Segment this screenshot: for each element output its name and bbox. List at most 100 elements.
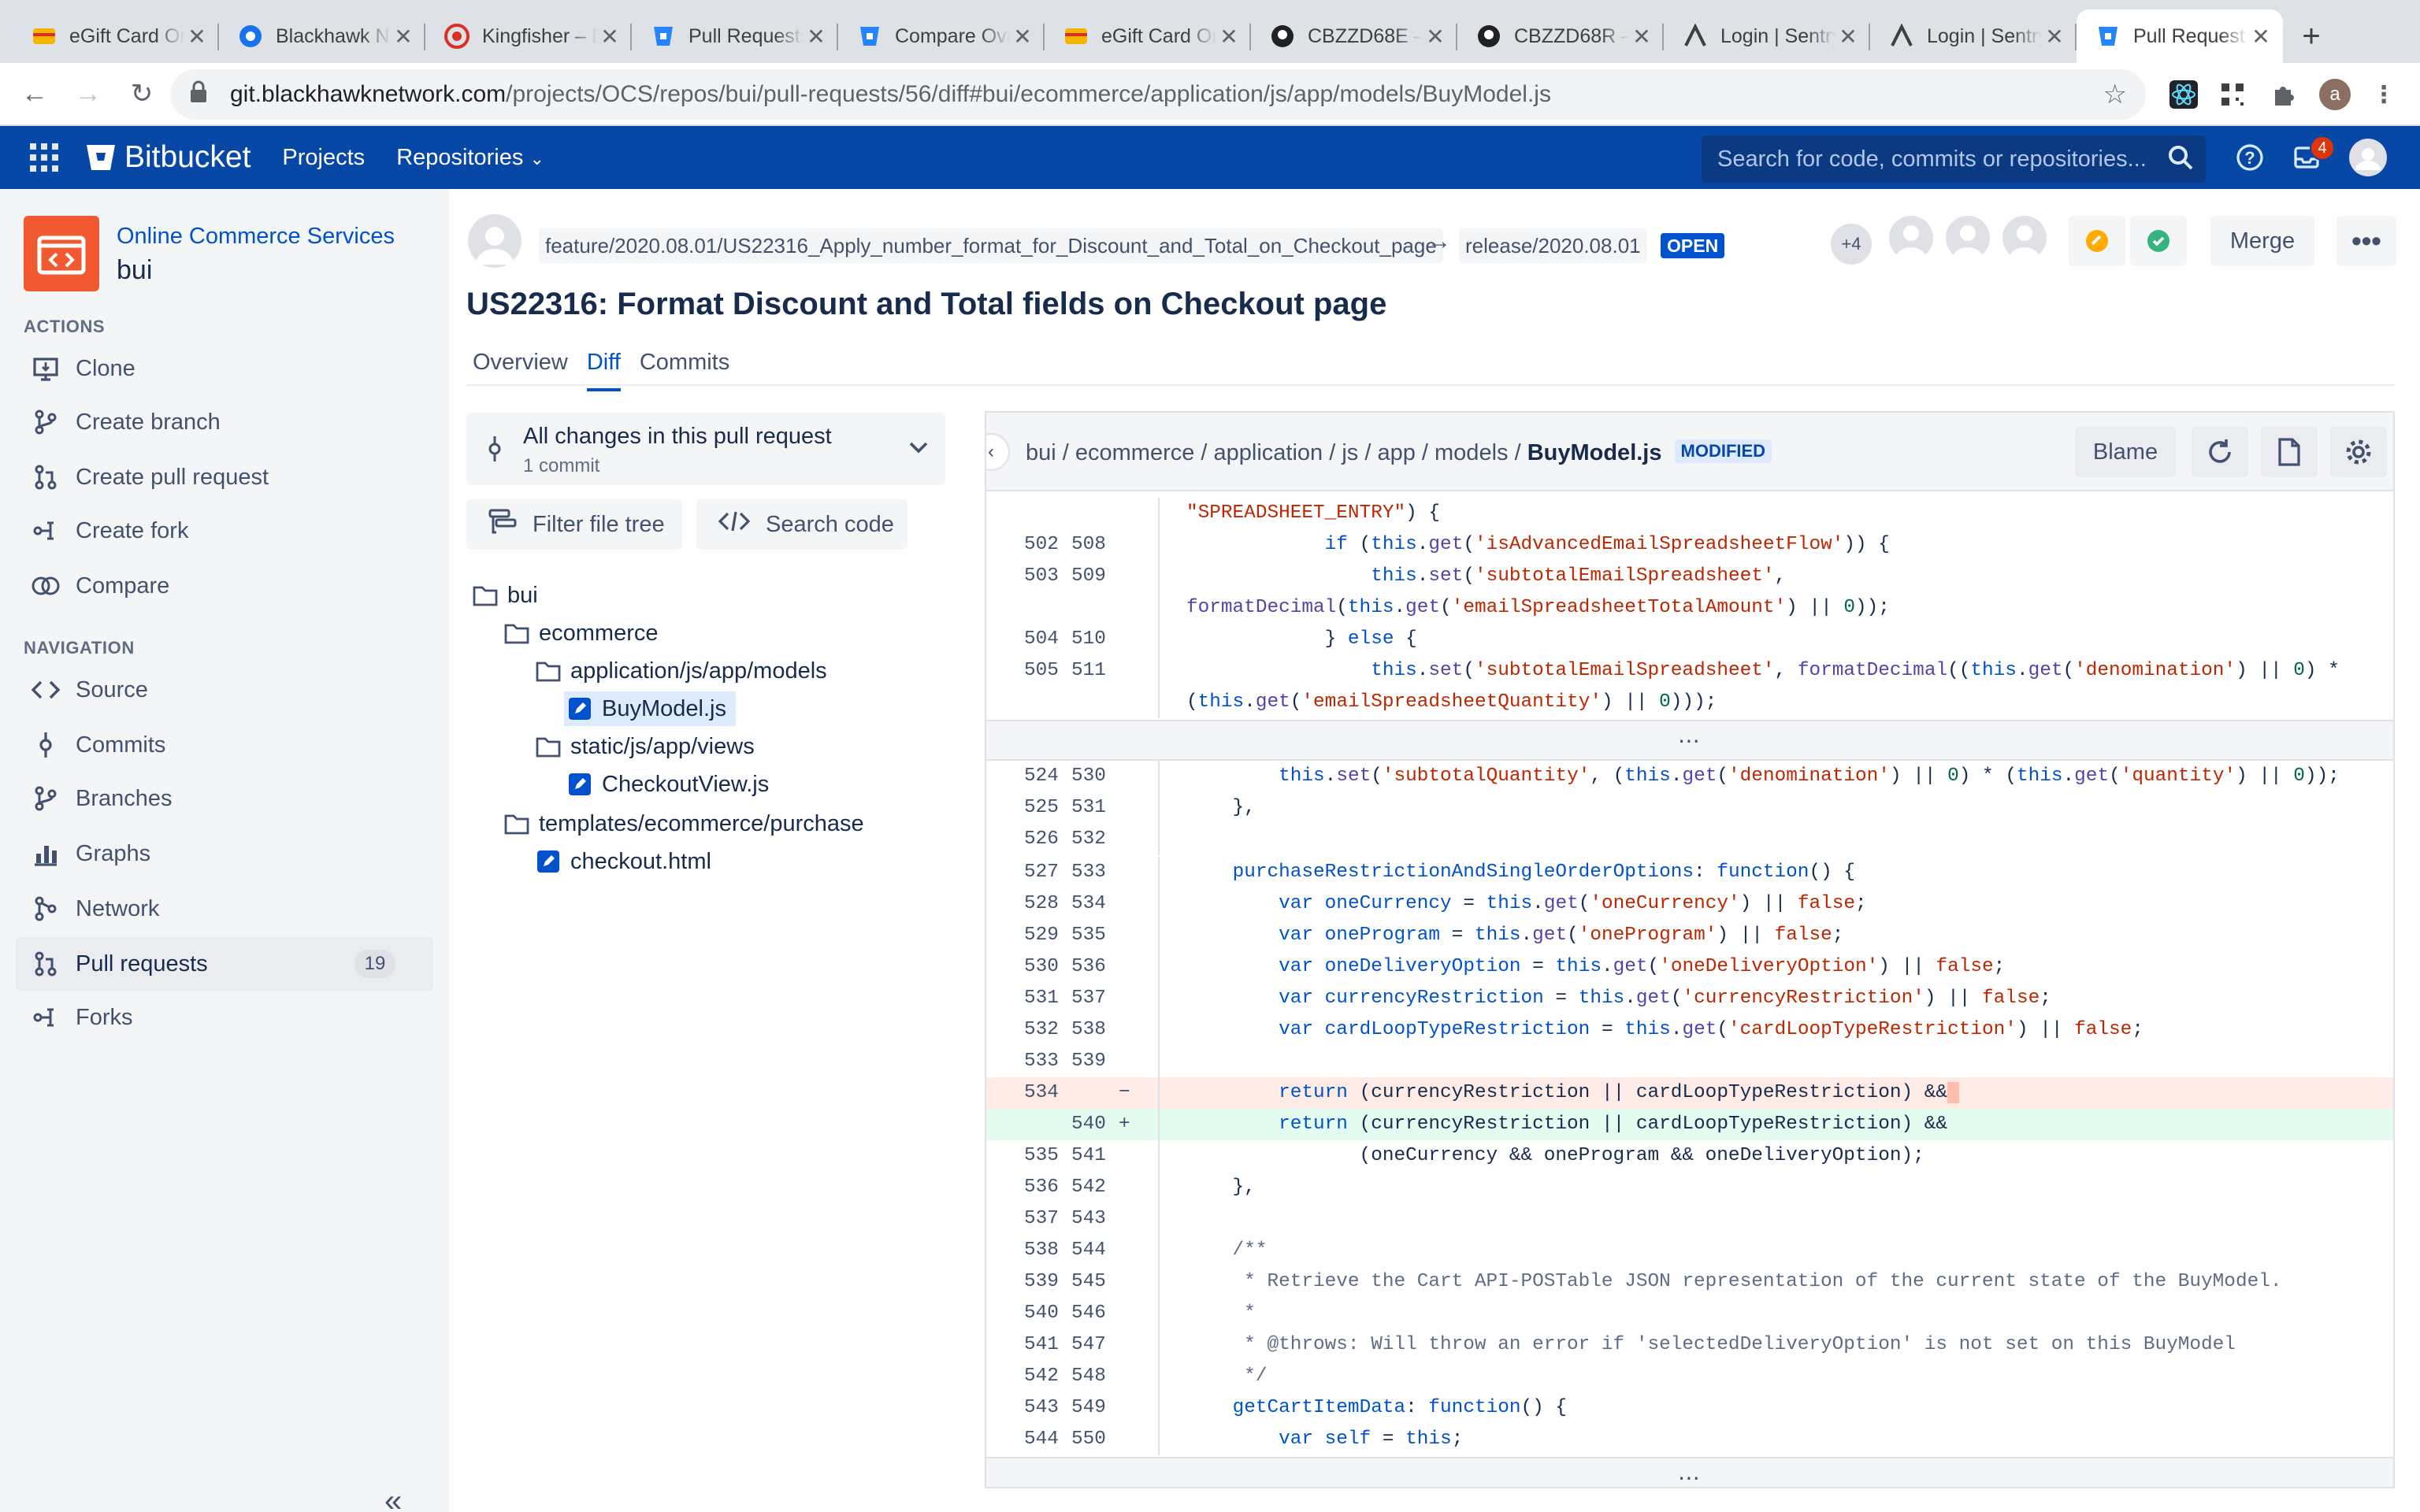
tree-file-checkoutview[interactable]: CheckoutView.js [567,767,769,802]
close-icon[interactable]: ✕ [1835,24,1861,49]
close-icon[interactable]: ✕ [804,24,829,49]
blame-button[interactable]: Blame [2075,427,2176,477]
folder-icon [504,621,529,646]
tree-folder-bui[interactable]: bui [473,578,538,613]
source-branch-lozenge[interactable]: feature/2020.08.01/US22316_Apply_number_… [539,228,1443,263]
close-icon[interactable]: ✕ [2248,24,2273,49]
reviewer-avatar[interactable] [1889,216,1933,260]
bookmark-star-icon[interactable]: ☆ [2103,79,2127,110]
browser-tab[interactable]: Blackhawk Network✕ [219,9,425,63]
author-avatar[interactable] [468,214,521,268]
diff-line: 538 544 /** [986,1235,2393,1266]
close-icon[interactable]: ✕ [1216,24,1242,49]
close-icon[interactable]: ✕ [2042,24,2067,49]
sidebar-item-graphs[interactable]: Graphs [16,827,433,880]
github-icon [1476,24,1501,49]
egift-icon [32,24,57,49]
browser-tab[interactable]: Compare Overview✕ [838,9,1045,63]
tree-file-buymodel[interactable]: BuyModel.js [564,691,736,726]
changes-scope-selector[interactable]: All changes in this pull request 1 commi… [466,413,945,485]
pull-request-count-badge: 19 [354,950,395,978]
filter-file-tree-button[interactable]: Filter file tree [466,499,682,550]
reviewer-avatar[interactable] [1946,216,1990,260]
repo-avatar[interactable] [24,216,99,291]
sidebar-item-compare[interactable]: Compare [16,559,433,613]
tree-label: ecommerce [539,620,659,646]
bitbucket-logo[interactable]: Bitbucket [85,140,251,175]
refresh-icon[interactable] [2192,427,2248,477]
more-reviewers-badge[interactable]: +4 [1831,224,1872,265]
github-icon [1270,24,1295,49]
browser-tab[interactable]: eGift Card Orders✕ [1045,9,1251,63]
sidebar-item-create-branch[interactable]: Create branch [16,395,433,449]
app-switcher-icon[interactable] [13,126,76,189]
tree-folder-ecommerce[interactable]: ecommerce [504,616,659,650]
reload-icon[interactable]: ↻ [117,69,167,119]
close-icon[interactable]: ✕ [1423,24,1448,49]
sidebar-item-clone[interactable]: Clone [16,342,433,395]
tree-folder-purchase[interactable]: templates/ecommerce/purchase [504,806,864,841]
check-circle-icon [2147,230,2169,252]
sidebar-item-forks[interactable]: Forks [16,991,433,1044]
more-actions-icon[interactable]: ••• [2336,216,2396,266]
view-file-icon[interactable] [2261,427,2318,477]
profile-avatar[interactable]: a [2318,77,2352,112]
file-breadcrumb: bui / ecommerce / application / js / app… [1026,439,1772,466]
sidebar-item-branches[interactable]: Branches [16,772,433,825]
back-arrow-icon[interactable]: ← [9,69,60,119]
fork-icon [28,513,63,548]
target-branch-lozenge[interactable]: release/2020.08.01 [1459,228,1647,263]
merge-button[interactable]: Merge [2210,216,2314,266]
expand-hidden-lines-button[interactable]: ⋯ [986,720,2393,761]
sidebar-item-network[interactable]: Network [16,882,433,936]
browser-menu-icon[interactable]: ⋮ [2366,77,2401,112]
tree-folder-views[interactable]: static/js/app/views [536,729,755,764]
diff-line: 531 537 var currencyRestriction = this.ge… [986,983,2393,1014]
browser-tab[interactable]: Login | Sentry ✕ [1870,9,2077,63]
sidebar-item-label: Clone [76,355,135,381]
browser-tab[interactable]: Login | Sentry ✕ [1664,9,1870,63]
search-code-button[interactable]: Search code [696,499,908,550]
close-icon[interactable]: ✕ [391,24,416,49]
diff-line: 539 545 * Retrieve the Cart API-POSTable … [986,1266,2393,1298]
react-devtools-icon[interactable] [2166,77,2201,112]
browser-tab[interactable]: CBZZD68R – GitHub✕ [1457,9,1664,63]
sidebar-item-create-fork[interactable]: Create fork [16,504,433,558]
help-icon[interactable]: ? [2233,140,2267,175]
reviewer-avatar[interactable] [2002,216,2047,260]
nav-projects[interactable]: Projects [282,145,365,171]
new-tab-button[interactable]: + [2283,9,2340,63]
browser-tab[interactable]: Kingfisher – Dashboard✕ [425,9,632,63]
tree-folder-models[interactable]: application/js/app/models [536,654,827,688]
settings-gear-icon[interactable] [2330,427,2387,477]
close-icon[interactable]: ✕ [184,24,210,49]
diff-line: (this.get('emailSpreadsheetQuantity') ||… [986,687,2393,718]
nav-repositories[interactable]: Repositories ⌄ [396,145,544,171]
qr-code-icon[interactable] [2215,77,2250,112]
sidebar-item-create-pull-request[interactable]: Create pull request [16,450,433,504]
project-link[interactable]: Online Commerce Services [117,224,395,250]
url-input[interactable]: git.blackhawknetwork.com/projects/OCS/re… [170,69,2146,120]
forward-arrow-icon[interactable]: → [63,69,113,119]
tree-file-checkout-html[interactable]: checkout.html [536,844,711,879]
diff-line: 502 508 if (this.get('isAdvancedEmailSpre… [986,529,2393,561]
browser-tab-active[interactable]: Pull Request ✕ [2077,9,2283,63]
collapse-sidebar-icon[interactable]: « [384,1484,402,1512]
tab-title: CBZZD68E – GitHub [1308,24,1423,47]
browser-tab[interactable]: Pull Requests ✕ [632,9,838,63]
code-search-input[interactable]: Search for code, commits or repositories… [1702,135,2206,183]
approval-status-button[interactable] [2130,216,2187,266]
sidebar-item-source[interactable]: Source [16,663,433,717]
close-icon[interactable]: ✕ [597,24,622,49]
repo-name[interactable]: bui [117,255,152,286]
close-icon[interactable]: ✕ [1629,24,1654,49]
expand-hidden-lines-button[interactable]: ⋯ [986,1457,2393,1487]
user-avatar[interactable] [2349,139,2387,176]
browser-tab[interactable]: CBZZD68E – GitHub✕ [1251,9,1457,63]
extensions-puzzle-icon[interactable] [2266,77,2300,112]
sidebar-item-pull-requests[interactable]: Pull requests 19 [16,937,433,991]
close-icon[interactable]: ✕ [1010,24,1035,49]
sidebar-item-commits[interactable]: Commits [16,718,433,772]
build-status-button[interactable] [2069,216,2125,266]
browser-tab[interactable]: eGift Card Orders✕ [13,9,219,63]
